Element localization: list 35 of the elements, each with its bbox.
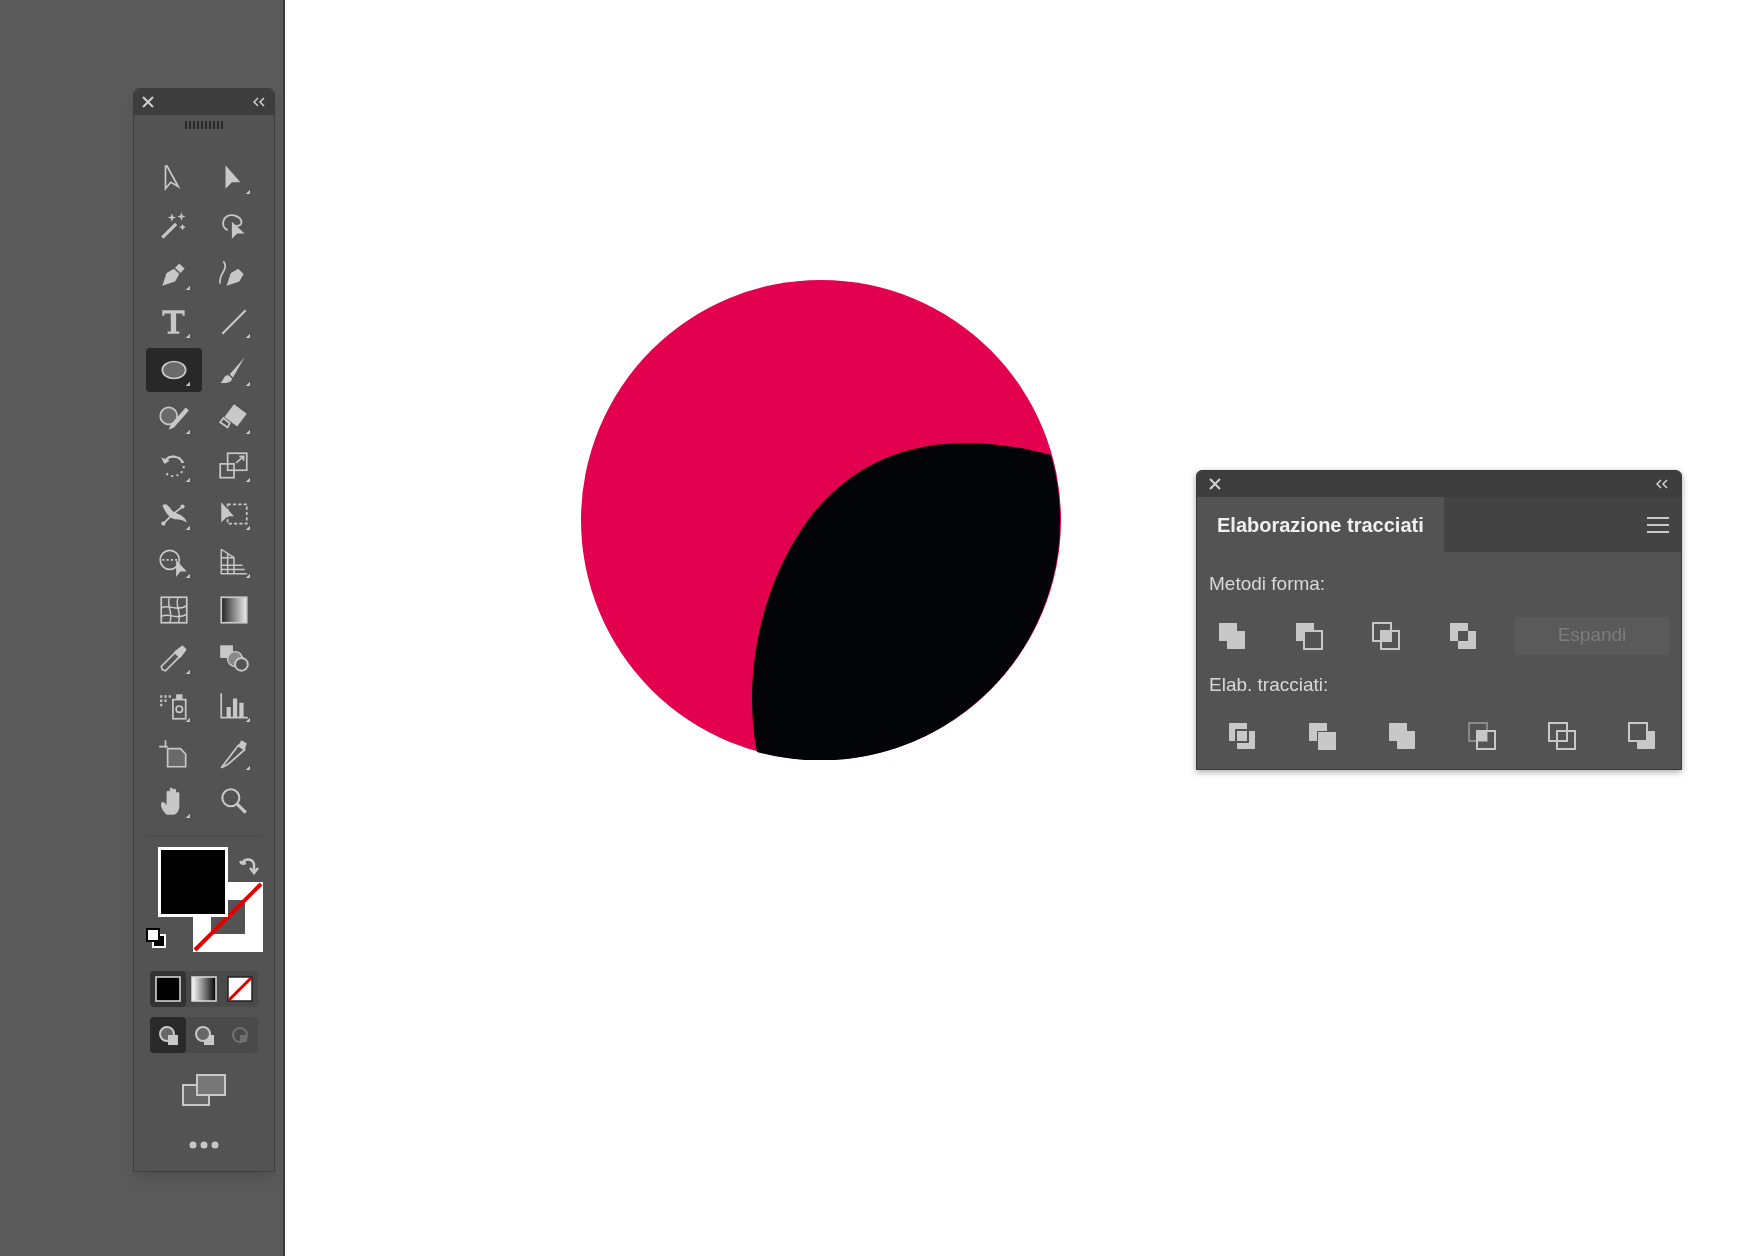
none-swatch-icon (226, 975, 254, 1003)
intersect-icon[interactable] (1371, 620, 1401, 651)
gradient-swatch-icon (190, 975, 218, 1003)
unite-icon[interactable] (1217, 620, 1247, 651)
gradient-icon (217, 593, 251, 627)
draw-normal-button[interactable] (150, 1017, 186, 1053)
trim-icon[interactable] (1307, 721, 1337, 751)
close-icon[interactable] (1209, 478, 1221, 490)
screen-mode-icon[interactable] (181, 1073, 227, 1107)
crop-icon[interactable] (1467, 721, 1497, 751)
color-mode-button[interactable] (150, 971, 186, 1007)
scale-icon (217, 449, 251, 483)
collapse-icon[interactable] (252, 97, 266, 107)
menu-icon[interactable] (1647, 516, 1669, 533)
close-icon[interactable] (142, 96, 154, 108)
merge-icon[interactable] (1387, 721, 1417, 751)
more-tools-icon[interactable] (189, 1141, 219, 1149)
exclude-icon[interactable] (1448, 620, 1478, 651)
divide-icon[interactable] (1227, 721, 1257, 751)
shapes-icon (192, 1023, 216, 1047)
section-label: Metodi forma: (1209, 572, 1326, 596)
panel-tab[interactable]: Elaborazione tracciati (1197, 497, 1444, 552)
swap-arrow-icon[interactable] (239, 855, 261, 877)
color-swatch-icon (154, 975, 182, 1003)
fill-swatch[interactable] (158, 847, 228, 917)
outline-icon[interactable] (1547, 721, 1577, 751)
collapse-icon[interactable] (1655, 479, 1669, 489)
shapes-icon (156, 1023, 180, 1047)
minus-back-icon[interactable] (1627, 721, 1657, 751)
mesh-icon (157, 593, 191, 627)
grip-icon[interactable] (185, 121, 223, 129)
minus-front-icon[interactable] (1294, 620, 1324, 651)
section-label: Elab. tracciati: (1209, 672, 1329, 697)
tool-button[interactable] (146, 348, 202, 392)
default-colors-icon[interactable] (145, 927, 167, 949)
